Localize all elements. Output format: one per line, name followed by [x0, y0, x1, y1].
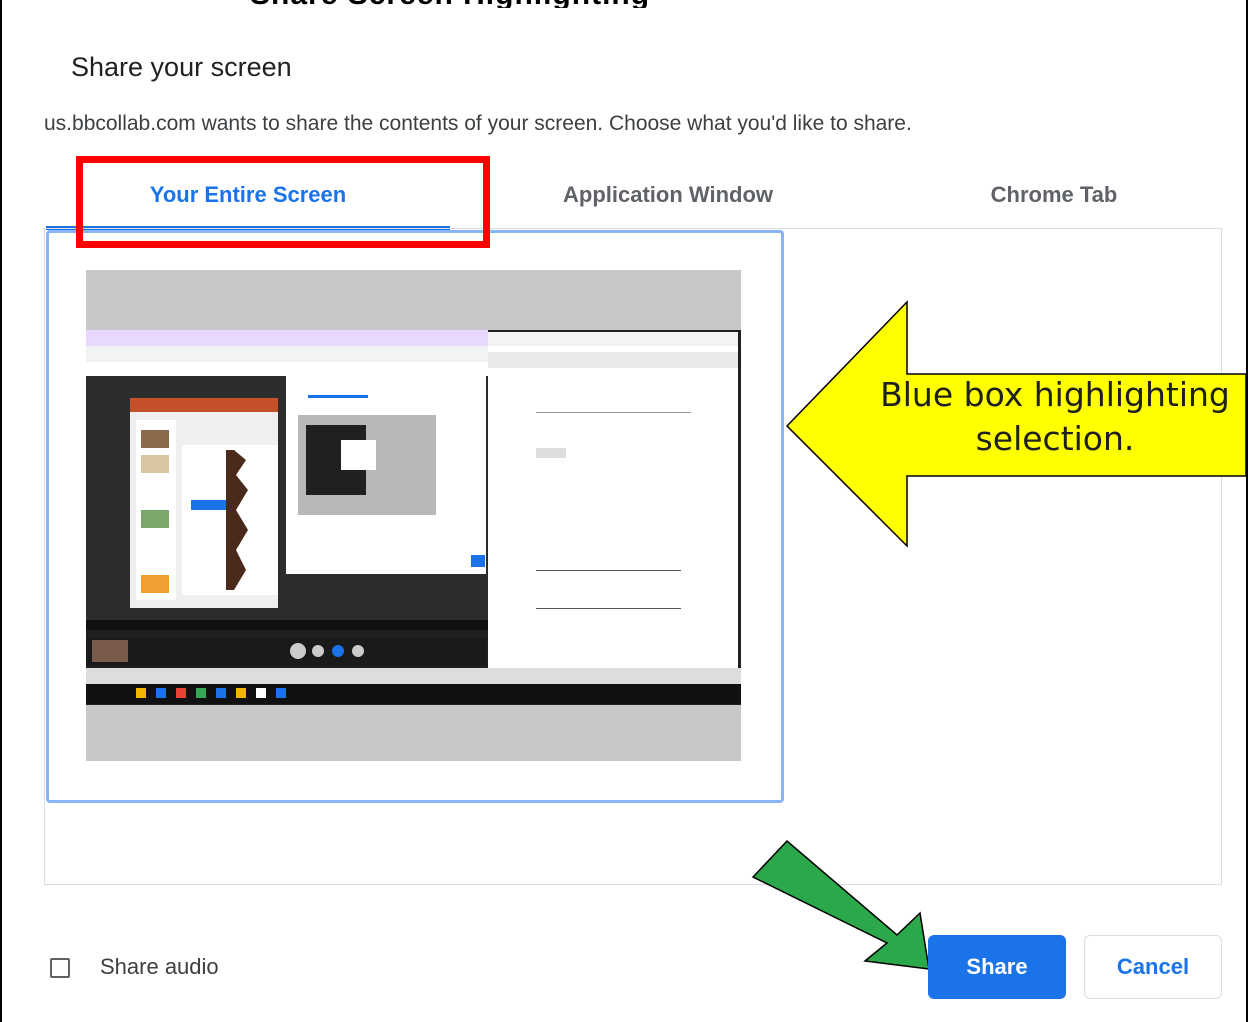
share-button[interactable]: Share	[928, 935, 1066, 999]
dialog-description: us.bbcollab.com wants to share the conte…	[44, 112, 912, 135]
share-audio-label: Share audio	[100, 954, 219, 979]
dialog-title: Share your screen	[71, 52, 292, 82]
tab-highlight-box	[76, 156, 490, 248]
tab-application-window[interactable]: Application Window	[468, 162, 868, 228]
screen-preview-thumbnail	[86, 270, 741, 761]
cancel-button[interactable]: Cancel	[1084, 935, 1222, 999]
callout-text: Blue box highlighting selection.	[880, 375, 1230, 458]
share-audio-checkbox[interactable]	[50, 958, 70, 978]
tab-chrome-tab[interactable]: Chrome Tab	[874, 162, 1234, 228]
cut-off-heading: Share Screen Highlighting	[0, 0, 1248, 8]
